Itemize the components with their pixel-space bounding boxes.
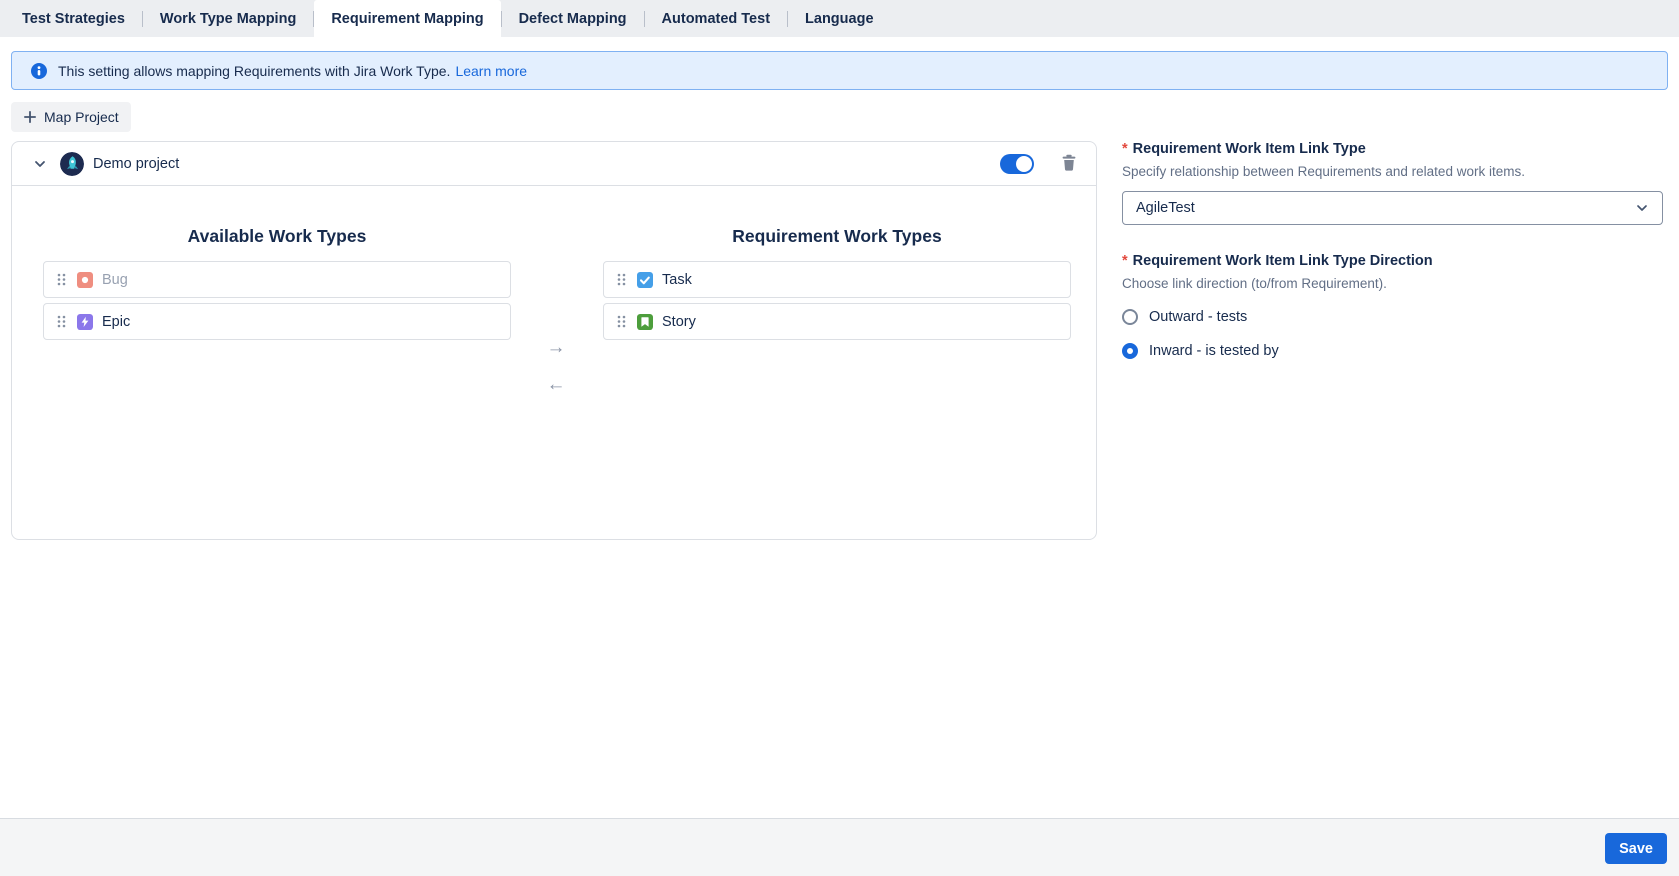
work-type-item-task[interactable]: Task <box>603 261 1071 298</box>
move-left-arrow-button[interactable]: ← <box>543 373 569 397</box>
drag-handle-icon[interactable] <box>55 314 68 329</box>
radio-option-inward[interactable]: Inward - is tested by <box>1122 343 1279 359</box>
project-enabled-toggle[interactable] <box>1000 154 1034 174</box>
link-direction-label: *Requirement Work Item Link Type Directi… <box>1122 253 1663 269</box>
bug-icon <box>77 272 93 288</box>
requirement-work-types-title: Requirement Work Types <box>603 226 1071 247</box>
drag-handle-icon[interactable] <box>615 314 628 329</box>
epic-icon <box>77 314 93 330</box>
move-right-arrow-button[interactable]: → <box>543 336 569 360</box>
link-settings-panel: *Requirement Work Item Link Type Specify… <box>1122 141 1663 359</box>
drag-handle-icon[interactable] <box>55 272 68 287</box>
link-type-selected-value: AgileTest <box>1136 200 1195 216</box>
available-work-types-list: Bug Epic <box>43 261 511 340</box>
tab-work-type-mapping[interactable]: Work Type Mapping <box>143 0 313 37</box>
tab-test-strategies[interactable]: Test Strategies <box>5 0 142 37</box>
radio-option-outward[interactable]: Outward - tests <box>1122 309 1247 325</box>
info-icon <box>31 63 47 79</box>
available-work-types-title: Available Work Types <box>43 226 511 247</box>
work-type-item-epic[interactable]: Epic <box>43 303 511 340</box>
requirement-work-types-list: Task Story <box>603 261 1071 340</box>
link-type-label: *Requirement Work Item Link Type <box>1122 141 1663 157</box>
required-asterisk: * <box>1122 141 1128 157</box>
link-direction-field: *Requirement Work Item Link Type Directi… <box>1122 253 1663 359</box>
work-type-label: Task <box>662 272 692 288</box>
link-type-select[interactable]: AgileTest <box>1122 191 1663 225</box>
work-type-label: Story <box>662 314 696 330</box>
radio-circle-selected[interactable] <box>1122 343 1138 359</box>
page-footer: Save <box>0 818 1679 876</box>
project-avatar-rocket-icon <box>60 152 84 176</box>
work-type-item-bug[interactable]: Bug <box>43 261 511 298</box>
save-button[interactable]: Save <box>1605 833 1667 864</box>
toggle-knob <box>1016 156 1032 172</box>
tab-requirement-mapping[interactable]: Requirement Mapping <box>314 0 500 37</box>
tab-automated-test[interactable]: Automated Test <box>645 0 788 37</box>
learn-more-link[interactable]: Learn more <box>455 63 527 79</box>
project-mapping-card: Demo project Available Work Types <box>11 141 1097 540</box>
map-project-button[interactable]: Map Project <box>11 102 131 132</box>
project-card-header: Demo project <box>12 142 1096 186</box>
info-banner: This setting allows mapping Requirements… <box>11 51 1668 90</box>
tab-defect-mapping[interactable]: Defect Mapping <box>502 0 644 37</box>
link-direction-description: Choose link direction (to/from Requireme… <box>1122 276 1663 291</box>
banner-message: This setting allows mapping Requirements… <box>58 63 450 79</box>
work-type-label: Epic <box>102 314 130 330</box>
link-type-description: Specify relationship between Requirement… <box>1122 164 1663 179</box>
requirement-work-types-column: Requirement Work Types Task <box>603 226 1071 340</box>
drag-handle-icon[interactable] <box>615 272 628 287</box>
map-project-label: Map Project <box>44 109 119 125</box>
radio-label: Inward - is tested by <box>1149 343 1279 359</box>
radio-circle-unselected[interactable] <box>1122 309 1138 325</box>
requirement-mapping-page: Test Strategies Work Type Mapping Requir… <box>0 0 1679 876</box>
available-work-types-column: Available Work Types Bug <box>43 226 511 340</box>
tab-language[interactable]: Language <box>788 0 890 37</box>
collapse-chevron-icon[interactable] <box>28 152 52 176</box>
required-asterisk: * <box>1122 253 1128 269</box>
settings-tab-bar: Test Strategies Work Type Mapping Requir… <box>0 0 1679 37</box>
task-icon <box>637 272 653 288</box>
link-type-field: *Requirement Work Item Link Type Specify… <box>1122 141 1663 225</box>
project-name: Demo project <box>93 156 179 172</box>
delete-project-trash-icon[interactable] <box>1058 153 1080 175</box>
chevron-down-icon <box>1635 201 1649 215</box>
plus-icon <box>23 110 37 124</box>
work-type-label: Bug <box>102 272 128 288</box>
work-type-item-story[interactable]: Story <box>603 303 1071 340</box>
radio-label: Outward - tests <box>1149 309 1247 325</box>
story-icon <box>637 314 653 330</box>
